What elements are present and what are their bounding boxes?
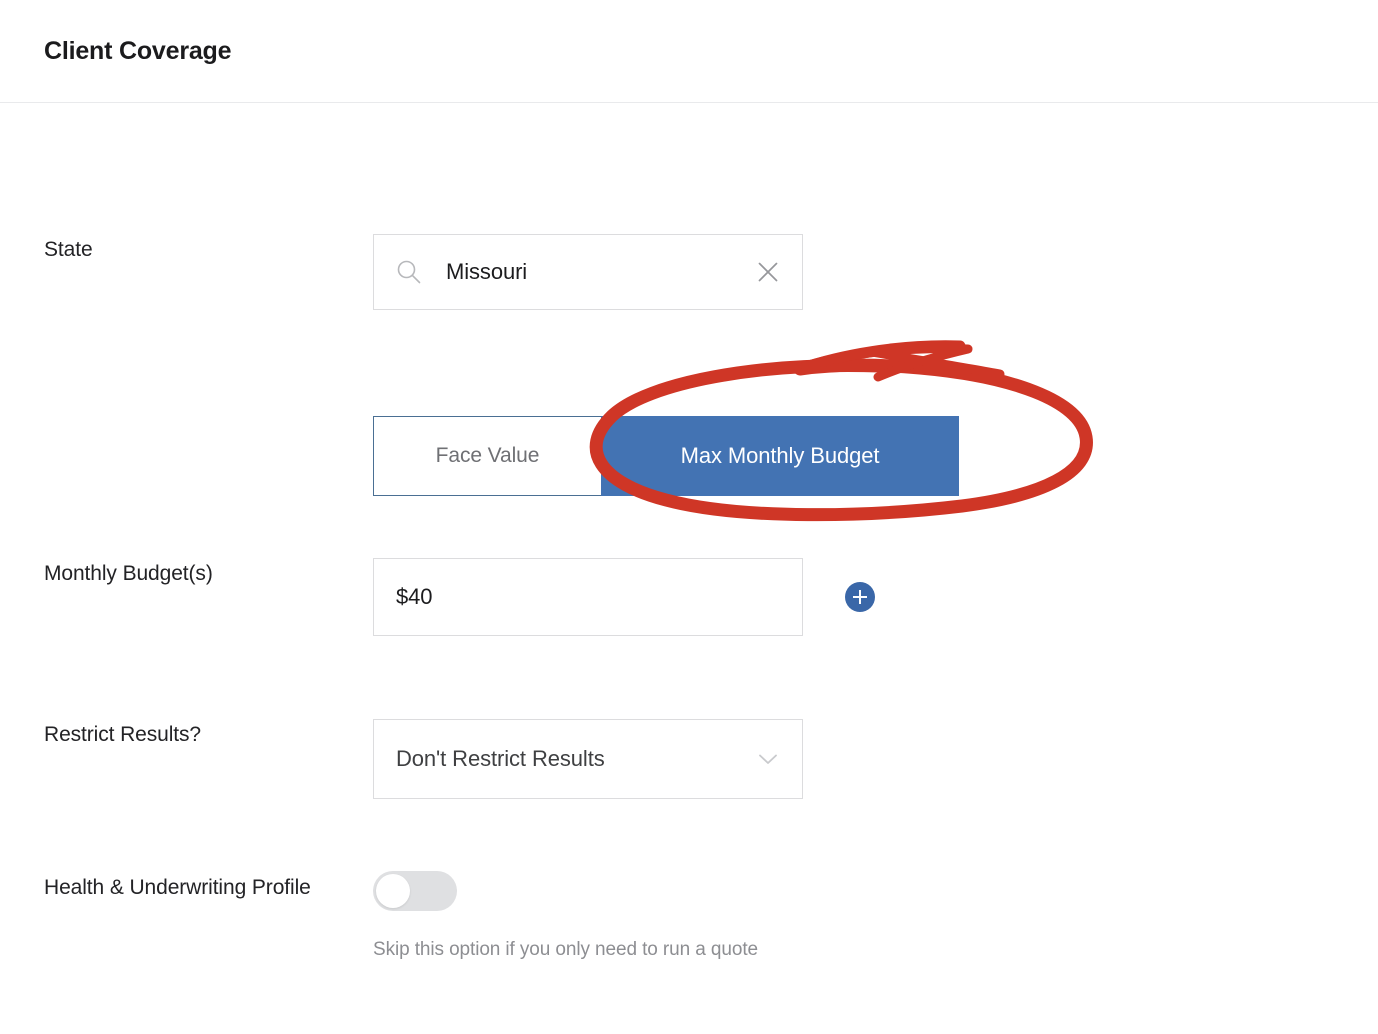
health-profile-label: Health & Underwriting Profile bbox=[0, 871, 373, 904]
state-control: Missouri bbox=[373, 234, 803, 310]
coverage-mode-segmented: Face Value Max Monthly Budget bbox=[373, 416, 959, 496]
restrict-results-label: Restrict Results? bbox=[0, 719, 373, 751]
form-row-monthly-budget: Monthly Budget(s) $40 bbox=[0, 558, 1378, 636]
state-value: Missouri bbox=[446, 259, 756, 285]
form-row-coverage-mode: Face Value Max Monthly Budget bbox=[0, 416, 1378, 496]
state-search-input[interactable]: Missouri bbox=[373, 234, 803, 310]
restrict-results-control: Don't Restrict Results bbox=[373, 719, 803, 799]
max-monthly-budget-button[interactable]: Max Monthly Budget bbox=[601, 416, 959, 496]
form-row-restrict-results: Restrict Results? Don't Restrict Results bbox=[0, 719, 1378, 799]
restrict-results-select[interactable]: Don't Restrict Results bbox=[373, 719, 803, 799]
coverage-mode-control: Face Value Max Monthly Budget bbox=[373, 416, 959, 496]
health-profile-control: Skip this option if you only need to run… bbox=[373, 871, 758, 961]
face-value-button[interactable]: Face Value bbox=[373, 416, 601, 496]
monthly-budget-label: Monthly Budget(s) bbox=[0, 558, 373, 590]
plus-icon[interactable] bbox=[845, 582, 875, 612]
chevron-down-icon bbox=[756, 747, 780, 771]
form-row-state: State Missouri bbox=[0, 234, 1378, 310]
monthly-budget-input[interactable]: $40 bbox=[373, 558, 803, 636]
search-icon bbox=[396, 259, 422, 285]
close-icon[interactable] bbox=[756, 260, 780, 284]
monthly-budget-control: $40 bbox=[373, 558, 875, 636]
page-title: Client Coverage bbox=[44, 37, 231, 66]
toggle-knob bbox=[376, 874, 410, 908]
restrict-results-value: Don't Restrict Results bbox=[396, 746, 756, 772]
monthly-budget-wrap: $40 bbox=[373, 558, 875, 636]
state-label: State bbox=[0, 234, 373, 266]
health-profile-hint: Skip this option if you only need to run… bbox=[373, 939, 758, 961]
form-row-health-profile: Health & Underwriting Profile Skip this … bbox=[0, 871, 1378, 961]
health-profile-toggle[interactable] bbox=[373, 871, 457, 911]
page-header: Client Coverage bbox=[0, 0, 1378, 103]
